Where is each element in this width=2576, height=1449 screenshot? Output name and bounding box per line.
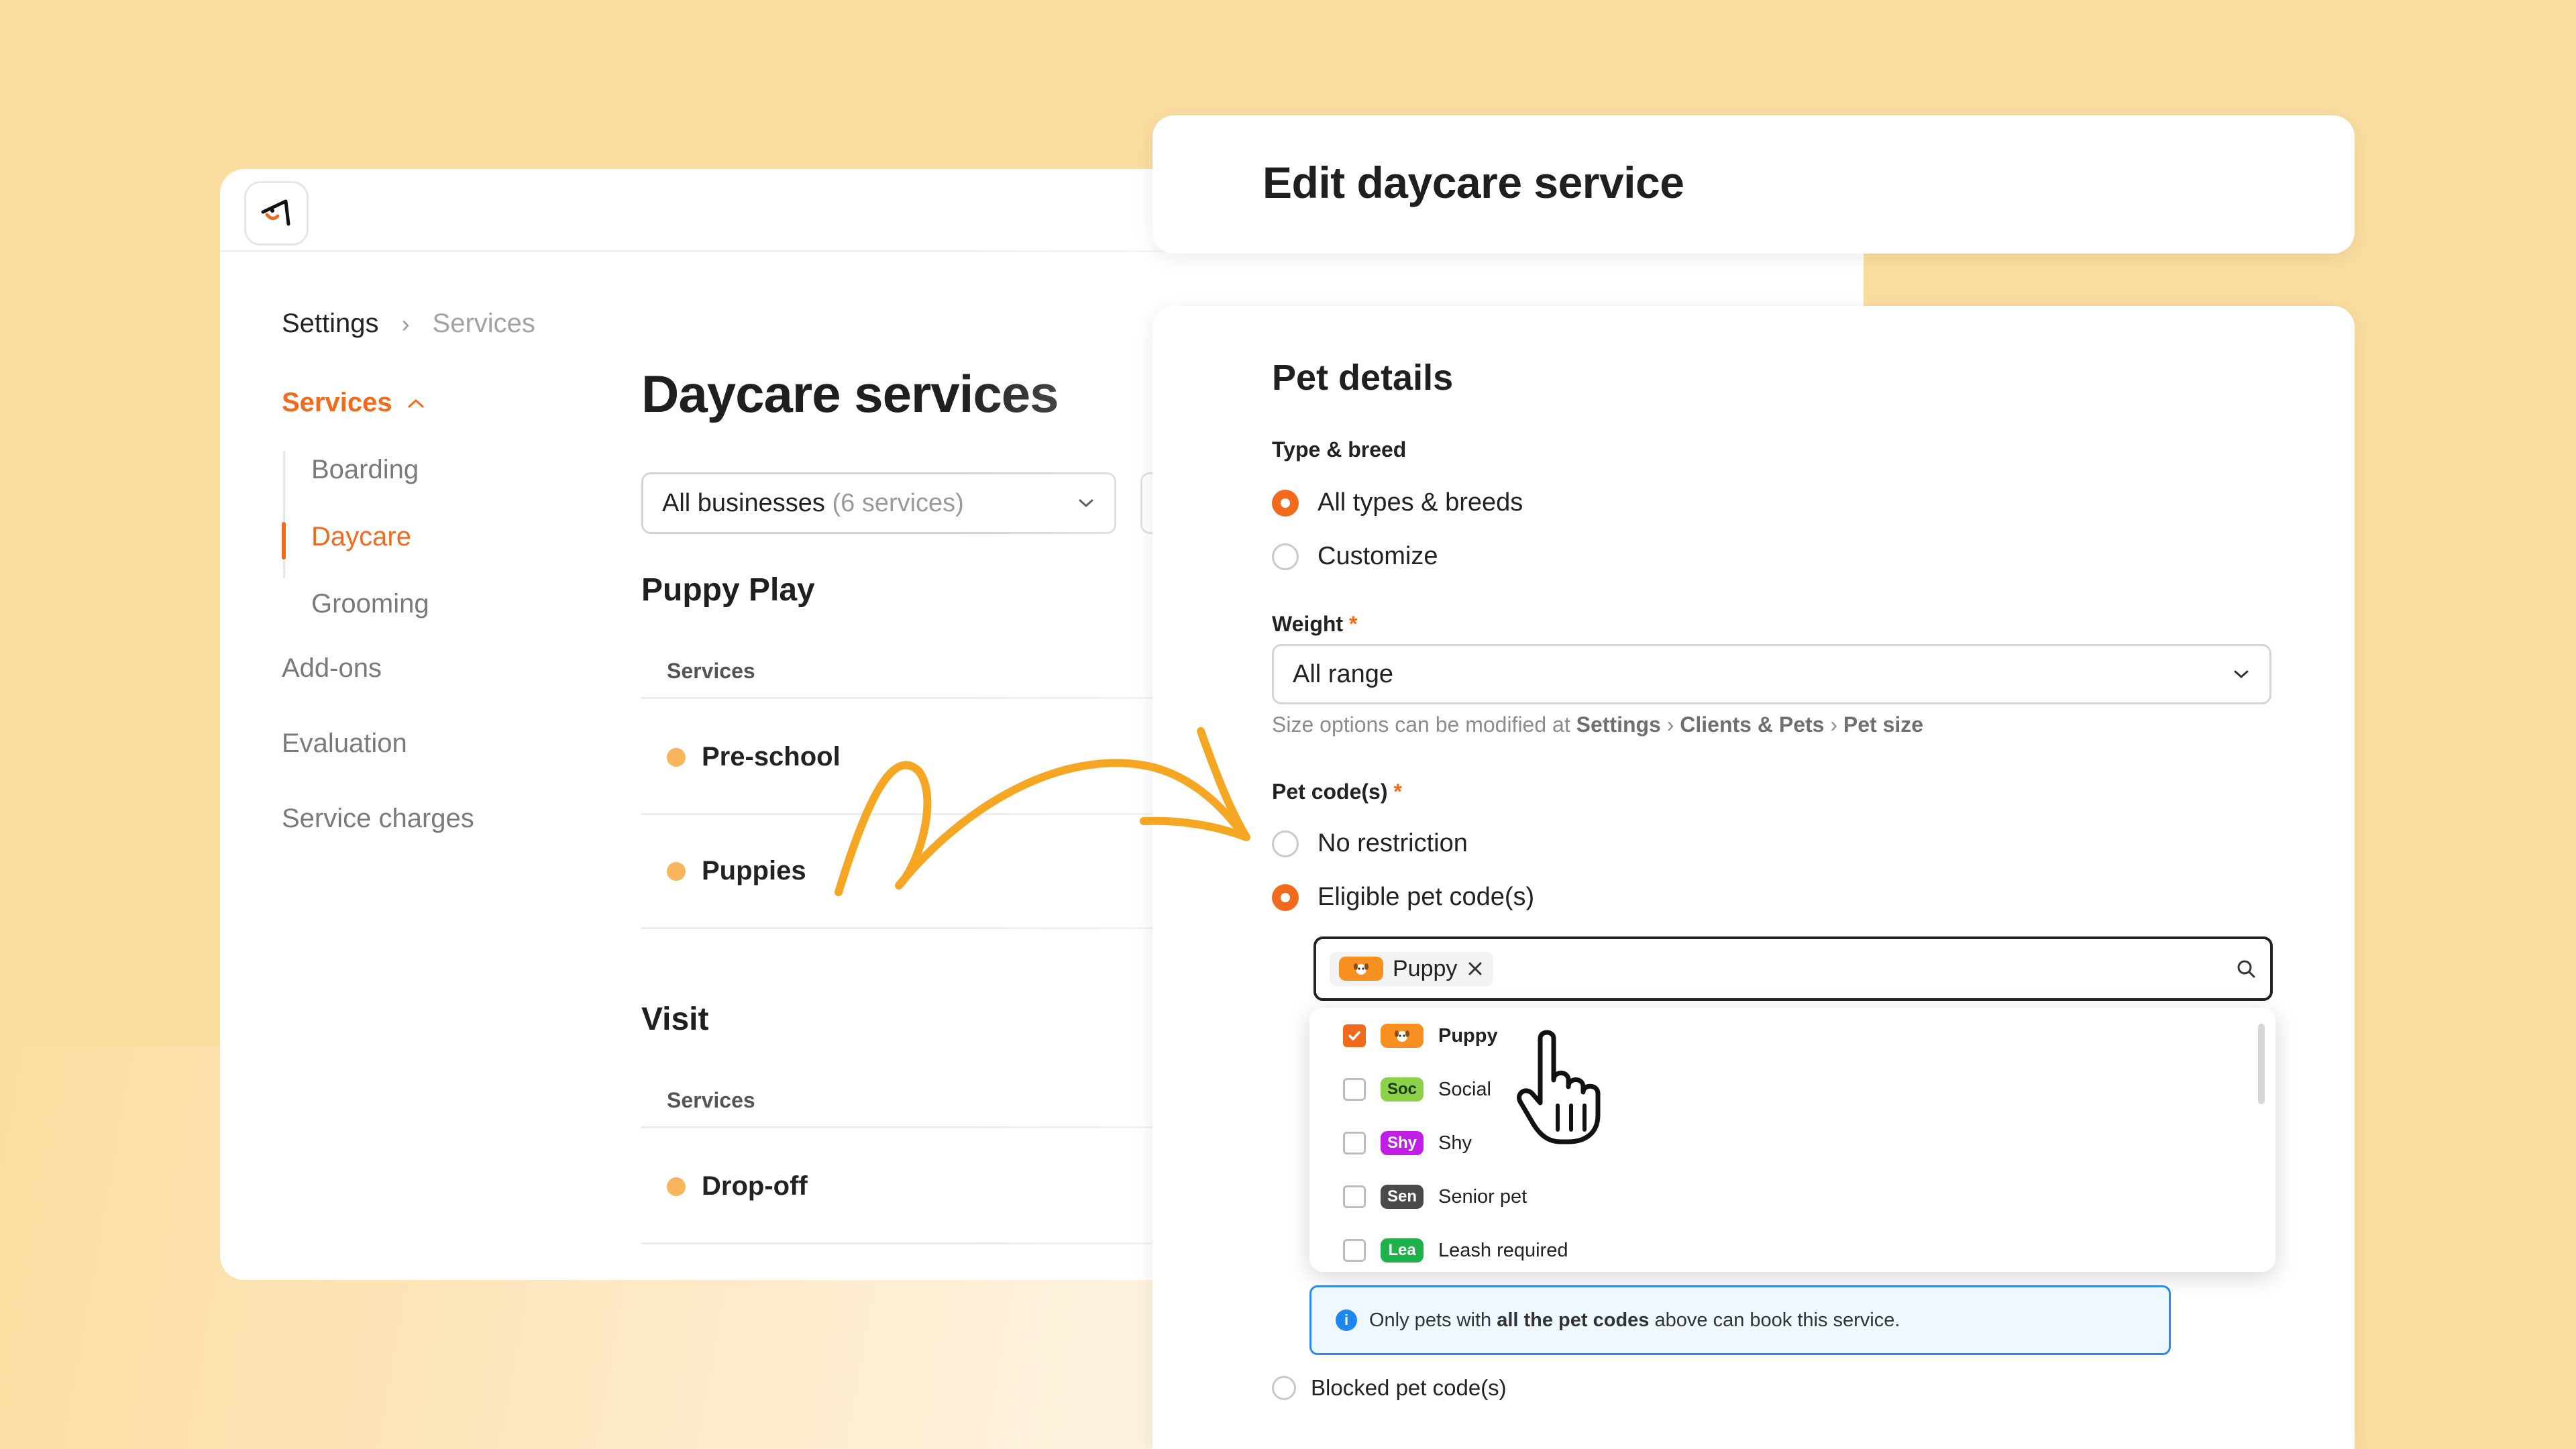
edit-header: Edit daycare service — [1152, 115, 2355, 254]
breadcrumb: Settings › Services — [282, 309, 535, 339]
search-icon[interactable] — [2235, 958, 2257, 979]
leash-tag: Lea — [1381, 1238, 1424, 1263]
info-icon: i — [1336, 1309, 1357, 1331]
sidebar-item-grooming[interactable]: Grooming — [311, 589, 429, 619]
pet-code-dropdown: Puppy Soc Social Shy Shy Sen Senior pet … — [1309, 1008, 2275, 1272]
selected-chip-puppy: Puppy — [1330, 951, 1494, 986]
checkbox-checked-icon — [1343, 1024, 1366, 1047]
status-dot — [667, 747, 686, 767]
weight-select[interactable]: All range — [1272, 644, 2271, 704]
hint-link-settings[interactable]: Settings — [1576, 712, 1661, 737]
sidebar-item-evaluation[interactable]: Evaluation — [282, 729, 407, 759]
radio-selected-icon — [1272, 883, 1299, 911]
dropdown-item-senior-pet[interactable]: Sen Senior pet — [1343, 1185, 1527, 1209]
section-title: Pet details — [1272, 358, 1454, 398]
status-dot — [667, 1177, 686, 1196]
pet-codes-label: Pet code(s) * — [1272, 780, 1402, 804]
pet-code-search-input[interactable]: Puppy — [1313, 936, 2273, 1001]
chip-label: Puppy — [1393, 955, 1458, 981]
dog-face-icon — [1395, 1030, 1409, 1042]
sidebar-item-daycare[interactable]: Daycare — [311, 522, 411, 552]
radio-label: No restriction — [1318, 829, 1468, 857]
dropdown-item-shy[interactable]: Shy Shy — [1343, 1131, 1472, 1155]
social-tag: Soc — [1381, 1077, 1424, 1102]
radio-unselected-icon — [1272, 1376, 1296, 1400]
service-name: Puppies — [702, 856, 806, 885]
info-banner: i Only pets with all the pet codes above… — [1309, 1285, 2171, 1355]
radio-unselected-icon — [1272, 543, 1299, 570]
chevron-up-icon — [408, 398, 424, 407]
breadcrumb-settings[interactable]: Settings — [282, 309, 379, 339]
chevron-down-icon — [2234, 670, 2249, 679]
sidebar-item-boarding[interactable]: Boarding — [311, 455, 419, 485]
radio-eligible-pet-codes[interactable]: Eligible pet code(s) — [1272, 883, 1534, 912]
radio-label: Blocked pet code(s) — [1311, 1375, 1507, 1400]
hint-link-clients-pets[interactable]: Clients & Pets — [1680, 712, 1824, 737]
checkbox-icon — [1343, 1239, 1366, 1262]
dog-face-icon — [1354, 963, 1368, 975]
dropdown-item-label: Puppy — [1438, 1024, 1498, 1046]
business-select-count: (6 services) — [832, 488, 964, 517]
checkbox-icon — [1343, 1078, 1366, 1101]
group-title-visit: Visit — [641, 1002, 709, 1037]
app-logo[interactable] — [244, 181, 309, 246]
checkbox-icon — [1343, 1132, 1366, 1155]
close-icon[interactable] — [1466, 960, 1484, 977]
dropdown-item-label: Social — [1438, 1078, 1492, 1100]
hand-pointer-icon — [1517, 1030, 1601, 1144]
radio-label: Customize — [1318, 542, 1438, 570]
status-dot — [667, 861, 686, 881]
dropdown-item-label: Leash required — [1438, 1239, 1568, 1261]
service-name: Drop-off — [702, 1171, 808, 1201]
radio-label: Eligible pet code(s) — [1318, 883, 1535, 911]
radio-label: All types & breeds — [1318, 488, 1523, 517]
sidebar-item-service-charges[interactable]: Service charges — [282, 804, 474, 834]
radio-blocked-pet-codes[interactable]: Blocked pet code(s) — [1272, 1375, 1507, 1401]
puppy-tag — [1339, 957, 1383, 981]
dropdown-item-label: Senior pet — [1438, 1185, 1527, 1208]
dropdown-scrollbar[interactable] — [2258, 1024, 2265, 1104]
radio-selected-icon — [1272, 489, 1299, 517]
sidebar-item-label: Services — [282, 388, 392, 417]
radio-all-types[interactable]: All types & breeds — [1272, 488, 1523, 517]
dropdown-item-leash-required[interactable]: Lea Leash required — [1343, 1238, 1568, 1263]
info-text: Only pets with all the pet codes above c… — [1369, 1309, 1900, 1331]
senior-tag: Sen — [1381, 1185, 1424, 1209]
edit-panel: Pet details Type & breed All types & bre… — [1152, 306, 2355, 1449]
group-title-puppy-play: Puppy Play — [641, 572, 815, 608]
sidebar-item-add-ons[interactable]: Add-ons — [282, 653, 382, 684]
puppy-tag — [1381, 1024, 1424, 1048]
radio-customize[interactable]: Customize — [1272, 542, 1438, 571]
checkbox-icon — [1343, 1185, 1366, 1208]
dropdown-item-label: Shy — [1438, 1132, 1472, 1154]
hint-link-pet-size[interactable]: Pet size — [1843, 712, 1923, 737]
logo-icon — [261, 199, 290, 226]
radio-no-restriction[interactable]: No restriction — [1272, 829, 1468, 858]
weight-select-value: All range — [1293, 659, 1393, 688]
weight-label: Weight * — [1272, 612, 1358, 636]
submenu-active-indicator — [282, 522, 286, 559]
weight-hint: Size options can be modified at Settings… — [1272, 712, 1924, 737]
chevron-right-icon: › — [401, 309, 410, 337]
radio-unselected-icon — [1272, 830, 1299, 857]
breadcrumb-services: Services — [432, 309, 535, 338]
sidebar-item-services[interactable]: Services — [282, 388, 425, 418]
dropdown-item-puppy[interactable]: Puppy — [1343, 1024, 1498, 1048]
shy-tag: Shy — [1381, 1131, 1424, 1155]
edit-title: Edit daycare service — [1263, 158, 1684, 207]
service-name: Pre-school — [702, 742, 841, 771]
business-select-value: All businesses — [662, 488, 825, 517]
type-breed-label: Type & breed — [1272, 437, 1407, 462]
dropdown-item-social[interactable]: Soc Social — [1343, 1077, 1491, 1102]
